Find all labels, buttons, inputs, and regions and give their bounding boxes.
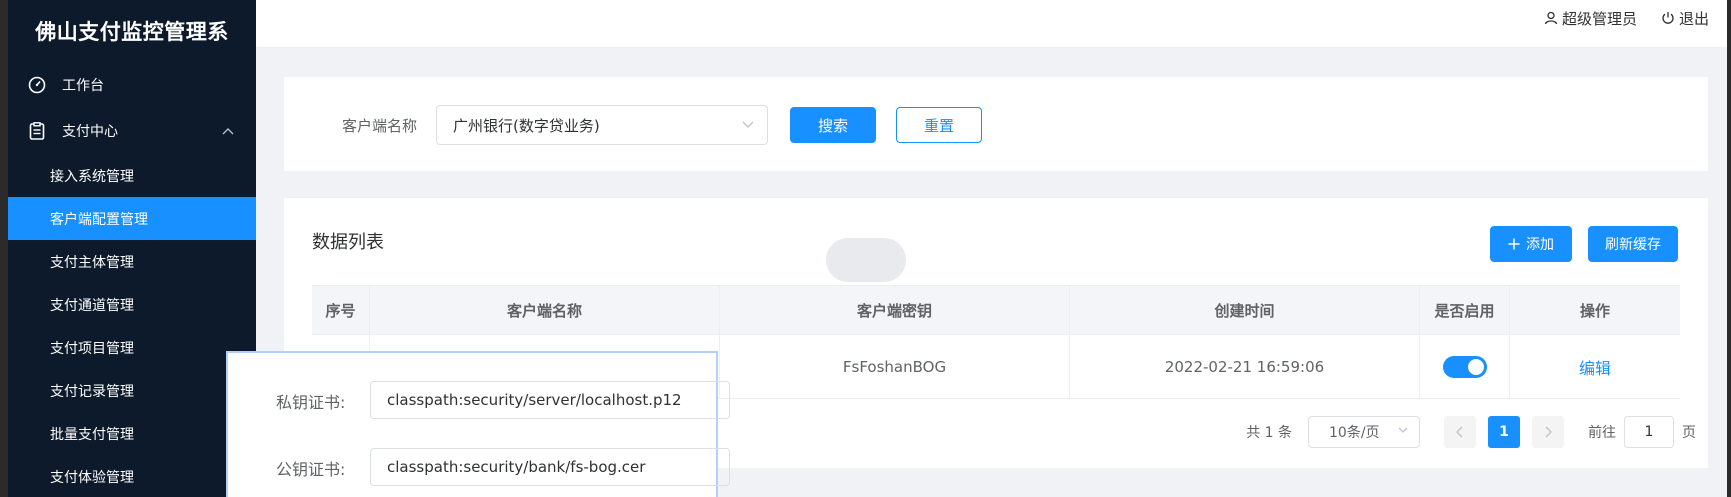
- chevron-left-icon: [1456, 426, 1463, 438]
- window-right-border: [1727, 0, 1731, 497]
- sidebar-item-pay-subject[interactable]: 支付主体管理: [8, 240, 256, 283]
- sidebar-item-pay-record[interactable]: 支付记录管理: [8, 369, 256, 412]
- row-created-time: 2022-02-21 16:59:06: [1070, 335, 1420, 398]
- search-panel: 客户端名称 广州银行(数字贷业务) 搜索 重置: [284, 77, 1708, 171]
- refresh-cache-button[interactable]: 刷新缓存: [1588, 226, 1678, 262]
- sidebar-item-pay-center[interactable]: 支付中心: [8, 108, 256, 154]
- sidebar-item-batch-pay[interactable]: 批量支付管理: [8, 412, 256, 455]
- goto-suffix: 页: [1682, 425, 1696, 441]
- client-name-select[interactable]: 广州银行(数字贷业务): [436, 105, 768, 145]
- toggle-knob: [1467, 358, 1484, 375]
- sidebar-item-pay-experience[interactable]: 支付体验管理: [8, 455, 256, 497]
- sidebar: 佛山支付监控管理系 工作台 支付中心 接入系统管理 客户端配置管理 支付主体管理…: [8, 0, 256, 497]
- reset-button[interactable]: 重置: [896, 107, 982, 143]
- certificate-dialog: 私钥证书: classpath:security/server/localhos…: [226, 351, 730, 497]
- column-header: 客户端名称: [370, 286, 720, 334]
- logout-button[interactable]: 退出: [1661, 8, 1709, 29]
- chevron-up-icon: [222, 124, 234, 138]
- power-icon: [1662, 12, 1674, 24]
- public-cert-label: 公钥证书:: [276, 460, 346, 479]
- search-button[interactable]: 搜索: [790, 107, 876, 143]
- page-size-select[interactable]: 10条/页: [1308, 416, 1420, 448]
- table-header: 序号 客户端名称 客户端密钥 创建时间 是否启用 操作: [312, 285, 1680, 335]
- add-button-label: 添加: [1526, 237, 1554, 253]
- app-title: 佛山支付监控管理系: [35, 20, 229, 44]
- user-name: 超级管理员: [1561, 9, 1637, 28]
- logout-label: 退出: [1678, 9, 1709, 28]
- sidebar-item-pay-project[interactable]: 支付项目管理: [8, 326, 256, 369]
- loading-pill: [826, 238, 906, 282]
- page-number-button[interactable]: 1: [1488, 416, 1520, 448]
- chevron-right-icon: [1545, 426, 1552, 438]
- chevron-down-icon: [741, 117, 755, 135]
- top-header: 超级管理员 退出: [256, 0, 1731, 48]
- user-icon: [1544, 11, 1558, 25]
- client-name-selected: 广州银行(数字贷业务): [453, 116, 600, 135]
- public-cert-input[interactable]: classpath:security/bank/fs-bog.cer: [370, 448, 730, 486]
- row-client-key: FsFoshanBOG: [720, 335, 1070, 398]
- private-cert-label: 私钥证书:: [276, 393, 346, 412]
- private-cert-input[interactable]: classpath:security/server/localhost.p12: [370, 381, 730, 419]
- goto-prefix: 前往: [1588, 425, 1616, 441]
- page-size-value: 10条/页: [1329, 425, 1380, 441]
- sidebar-item-label: 工作台: [62, 78, 104, 94]
- goto-page: 前往 1 页: [1588, 416, 1696, 448]
- client-name-label: 客户端名称: [342, 117, 418, 135]
- row-actions: 编辑: [1510, 335, 1680, 398]
- chevron-down-icon: [1397, 424, 1409, 439]
- window-left-border: [0, 0, 8, 497]
- next-page-button[interactable]: [1532, 416, 1564, 448]
- list-title: 数据列表: [312, 232, 384, 253]
- prev-page-button[interactable]: [1444, 416, 1476, 448]
- sidebar-item-label: 支付中心: [62, 124, 118, 140]
- column-header: 客户端密钥: [720, 286, 1070, 334]
- row-enabled: [1420, 335, 1510, 398]
- column-header: 是否启用: [1420, 286, 1510, 334]
- edit-link[interactable]: 编辑: [1579, 355, 1611, 379]
- pagination: 共 1 条 10条/页 1 前往 1 页: [1246, 416, 1696, 448]
- user-menu[interactable]: 超级管理员: [1544, 8, 1637, 29]
- sidebar-item-pay-channel[interactable]: 支付通道管理: [8, 283, 256, 326]
- column-header: 操作: [1579, 301, 1610, 320]
- dashboard-icon: [26, 74, 48, 96]
- sidebar-item-access-system[interactable]: 接入系统管理: [8, 154, 256, 197]
- add-button[interactable]: 添加: [1490, 226, 1572, 262]
- plus-icon: [1508, 238, 1520, 250]
- sidebar-item-workbench[interactable]: 工作台: [8, 62, 256, 108]
- column-header: 序号: [312, 286, 370, 334]
- pagination-total: 共 1 条: [1246, 425, 1292, 441]
- header-actions: 超级管理员 退出: [1520, 0, 1709, 36]
- goto-page-input[interactable]: 1: [1624, 416, 1674, 448]
- document-icon: [26, 120, 48, 142]
- column-header: 创建时间: [1070, 286, 1420, 334]
- enabled-toggle[interactable]: [1442, 355, 1487, 378]
- sidebar-item-client-config[interactable]: 客户端配置管理: [8, 197, 256, 240]
